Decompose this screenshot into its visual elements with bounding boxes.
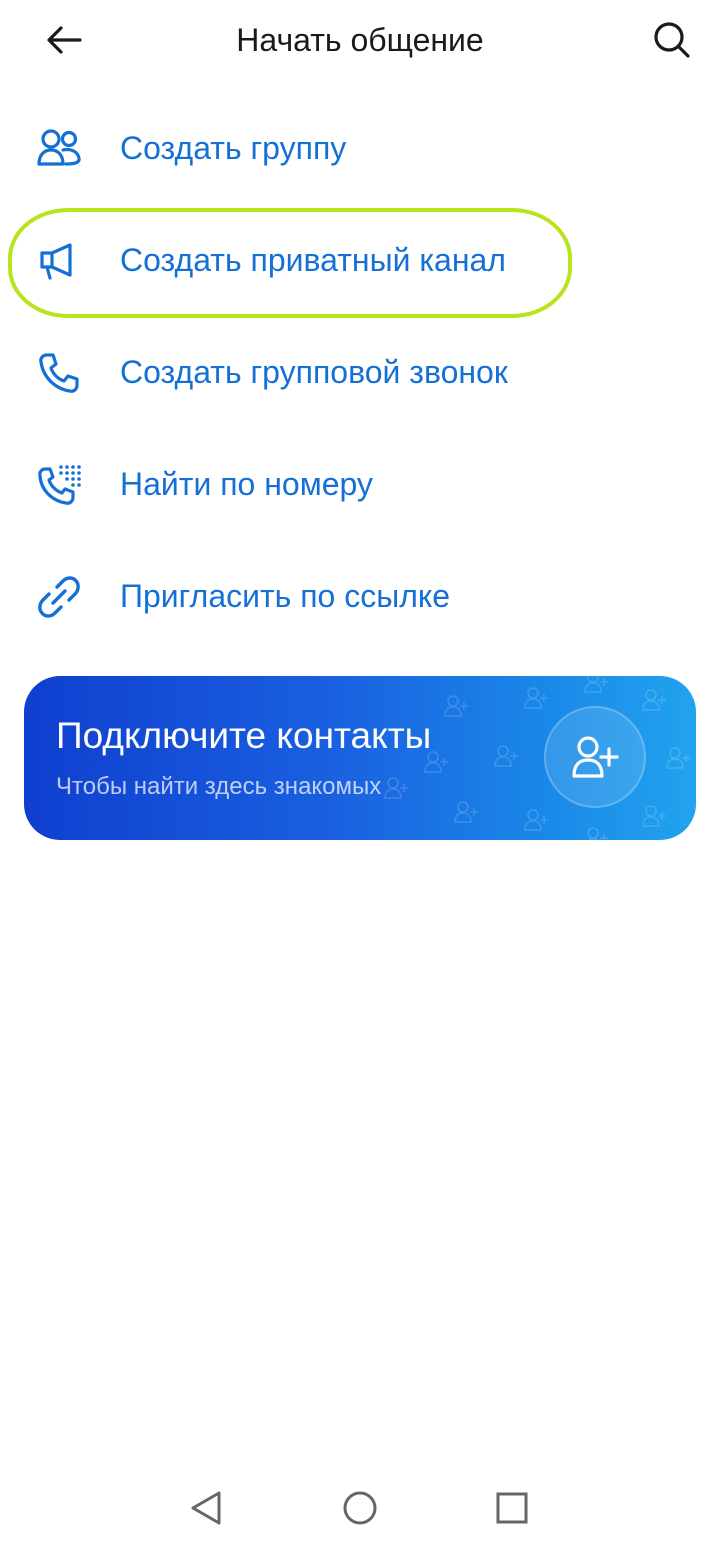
menu-item-invite-by-link[interactable]: Пригласить по ссылке xyxy=(0,540,720,652)
nav-home-button[interactable] xyxy=(336,1484,384,1532)
menu-item-find-by-number[interactable]: Найти по номеру xyxy=(0,428,720,540)
search-icon xyxy=(654,22,690,58)
phone-icon xyxy=(36,350,82,396)
menu-item-label: Создать приватный канал xyxy=(120,242,506,278)
banner-title: Подключите контакты xyxy=(56,715,432,756)
menu-item-label: Найти по номеру xyxy=(120,466,373,502)
menu-item-create-private-channel[interactable]: Создать приватный канал xyxy=(0,204,720,316)
group-users-icon xyxy=(36,126,82,172)
connect-contacts-banner[interactable]: Подключите контакты Чтобы найти здесь зн… xyxy=(24,676,696,840)
nav-back-button[interactable] xyxy=(182,1484,230,1532)
nav-recents-square-icon xyxy=(496,1492,528,1524)
menu-item-label: Пригласить по ссылке xyxy=(120,578,451,614)
banner-subtitle: Чтобы найти здесь знакомых xyxy=(56,773,382,800)
menu-item-label: Создать группу xyxy=(120,130,347,166)
link-icon xyxy=(36,574,82,620)
nav-home-circle-icon xyxy=(343,1491,377,1525)
menu-item-create-group-call[interactable]: Создать групповой звонок xyxy=(0,316,720,428)
nav-recents-button[interactable] xyxy=(488,1484,536,1532)
search-button[interactable] xyxy=(644,14,700,66)
system-navigation-bar xyxy=(0,1470,720,1545)
start-chat-menu: Создать группу Создать приватный канал С… xyxy=(0,92,720,652)
page-title: Начать общение xyxy=(236,22,484,58)
phone-keypad-icon xyxy=(36,462,82,508)
top-app-bar: Начать общение xyxy=(0,0,720,82)
megaphone-icon xyxy=(36,238,82,284)
menu-item-create-group[interactable]: Создать группу xyxy=(0,92,720,204)
nav-back-triangle-icon xyxy=(191,1491,221,1525)
menu-item-label: Создать групповой звонок xyxy=(120,354,508,390)
add-user-icon xyxy=(572,736,619,778)
add-contact-button[interactable] xyxy=(544,706,646,808)
